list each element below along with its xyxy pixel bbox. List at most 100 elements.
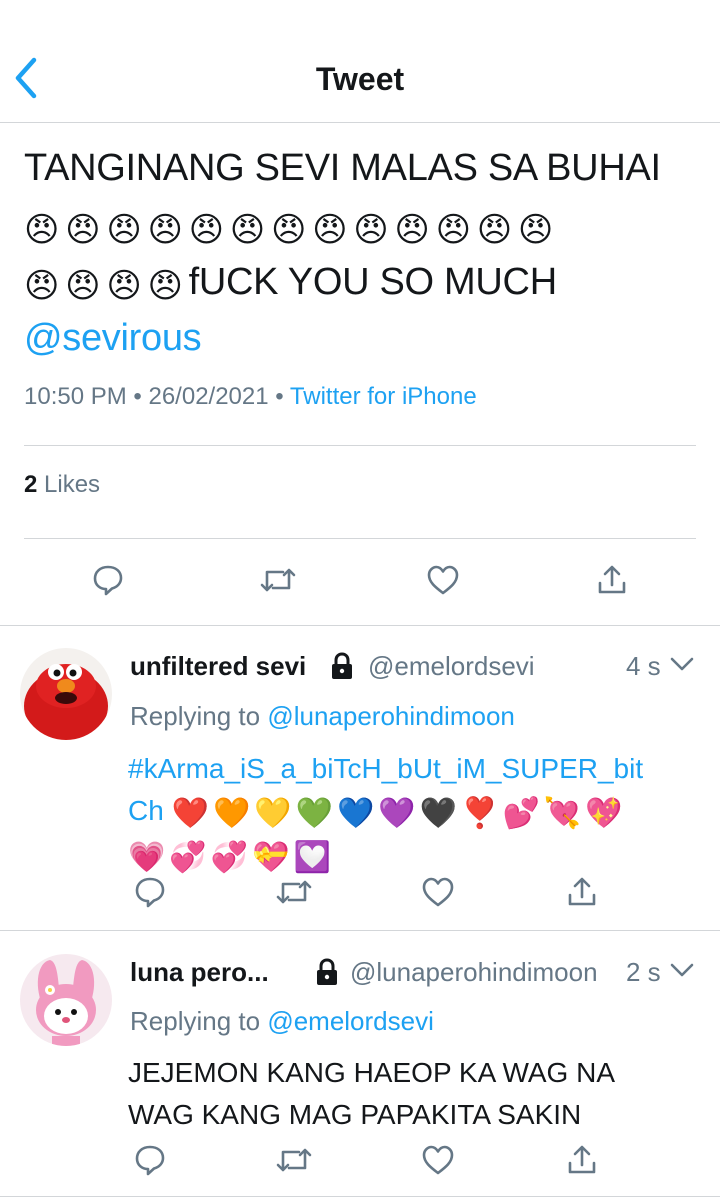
replying-to-label: Replying to: [130, 1006, 261, 1036]
emoji-and-text-row: 😠 😠 😠 😠 fUCK YOU SO MUCH: [24, 254, 704, 310]
share-icon: [598, 565, 626, 594]
emoji: 😠: [65, 210, 101, 250]
divider: [0, 930, 720, 931]
emoji: 💞: [210, 840, 249, 875]
divider: [24, 445, 696, 446]
heart-emoji-row1: ❤️ 🧡 💛 💚 💙 💜 🖤 ❣️ 💕 💘 💖: [172, 795, 627, 831]
replying-to-label: Replying to: [130, 701, 261, 731]
more-options-button[interactable]: [669, 960, 695, 985]
emoji: 💞: [169, 840, 207, 875]
lock-icon: [314, 958, 340, 991]
tweet-mention[interactable]: @sevirous: [24, 310, 704, 366]
meta-separator: •: [133, 383, 142, 410]
reply-time: 4 s: [626, 651, 661, 681]
retweet-button[interactable]: [272, 1138, 316, 1182]
reply-text-line2: WAG KANG MAG PAPAKITA SAKIN: [128, 1099, 582, 1130]
emoji: 💚: [295, 796, 334, 831]
emoji: 😠: [312, 210, 348, 250]
emoji: 😠: [24, 266, 60, 306]
lock-icon: [329, 652, 355, 685]
like-button[interactable]: [421, 558, 465, 602]
replying-to-mention[interactable]: @lunaperohindimoon: [267, 701, 515, 731]
replying-to-mention[interactable]: @emelordsevi: [267, 1006, 434, 1036]
reply-button[interactable]: [86, 558, 130, 602]
reply-author-name[interactable]: unfiltered sevi: [130, 648, 306, 684]
top-navigation-bar: Tweet: [0, 0, 720, 122]
emoji: 😠: [476, 210, 512, 250]
emoji: 💜: [378, 796, 416, 831]
tweet-date: 26/02/2021: [148, 383, 269, 410]
divider: [0, 1196, 720, 1197]
reply-bubble-icon: [135, 877, 165, 908]
emoji: 🧡: [212, 796, 251, 831]
avatar[interactable]: [20, 954, 112, 1046]
emoji: 😠: [188, 210, 224, 250]
reply-author-handle[interactable]: @lunaperohindimoon: [350, 954, 598, 990]
chevron-down-icon: [670, 963, 694, 977]
reply-author-name[interactable]: luna pero...: [130, 954, 269, 990]
tweet-source-link[interactable]: Twitter for iPhone: [290, 383, 477, 410]
retweet-icon: [276, 1148, 312, 1172]
tweet-text-line1: TANGINANG SEVI MALAS SA BUHAI: [24, 147, 661, 189]
emoji: 😠: [106, 210, 142, 250]
emoji: 😠: [435, 210, 471, 250]
header-divider: [0, 122, 720, 123]
emoji: ❣️: [461, 796, 499, 831]
heart-icon: [422, 877, 454, 907]
angry-emoji-row2: 😠 😠 😠 😠: [24, 261, 189, 306]
hashtag-line1[interactable]: #kArma_iS_a_biTcH_bUt_iM_SUPER_bit: [128, 748, 708, 790]
likes-number: 2: [24, 471, 38, 498]
like-button[interactable]: [416, 870, 460, 914]
share-icon: [568, 877, 596, 906]
divider: [24, 538, 696, 539]
emoji: 😠: [229, 210, 265, 250]
emoji: 😠: [353, 210, 389, 250]
emoji: 💙: [337, 796, 375, 831]
emoji: ❤️: [171, 796, 209, 831]
reply-author-handle[interactable]: @emelordsevi: [368, 648, 535, 684]
reply-button[interactable]: [128, 1138, 172, 1182]
emoji: 💕: [502, 796, 540, 831]
avatar[interactable]: [20, 648, 112, 740]
reply-text-line1: JEJEMON KANG HAEOP KA WAG NA: [128, 1057, 615, 1088]
tweet-time: 10:50 PM: [24, 383, 127, 410]
replying-to: Replying to @lunaperohindimoon: [130, 698, 515, 734]
replying-to: Replying to @emelordsevi: [130, 1003, 434, 1039]
page-title: Tweet: [315, 61, 405, 97]
emoji: 🖤: [419, 796, 458, 831]
reply-button[interactable]: [128, 870, 172, 914]
emoji: 😠: [65, 266, 101, 306]
more-options-button[interactable]: [669, 654, 695, 679]
angry-emoji-row1: 😠 😠 😠 😠 😠 😠 😠 😠 😠 😠 😠 😠 😠: [24, 196, 704, 254]
hashtag-line2[interactable]: Ch: [128, 795, 164, 826]
emoji: 💖: [585, 796, 623, 831]
chevron-down-icon: [670, 657, 694, 671]
reply-text: JEJEMON KANG HAEOP KA WAG NA WAG KANG MA…: [128, 1052, 708, 1136]
retweet-button[interactable]: [256, 558, 300, 602]
hashtag-emoji-row: Ch ❤️ 🧡 💛 💚 💙 💜 🖤 ❣️ 💕 💘 💖: [128, 790, 708, 834]
heart-icon: [427, 565, 459, 595]
share-button[interactable]: [560, 870, 604, 914]
my-melody-avatar-image: [20, 954, 112, 1046]
heart-icon: [422, 1145, 454, 1175]
tweet-meta: 10:50 PM • 26/02/2021 • Twitter for iPho…: [24, 380, 477, 414]
reply-text: #kArma_iS_a_biTcH_bUt_iM_SUPER_bit Ch ❤️…: [128, 748, 708, 878]
emoji: 😠: [147, 266, 183, 306]
emoji: 😠: [147, 210, 183, 250]
reply-bubble-icon: [135, 1145, 165, 1176]
share-button[interactable]: [590, 558, 634, 602]
share-button[interactable]: [560, 1138, 604, 1182]
retweet-icon: [260, 568, 296, 592]
like-button[interactable]: [416, 1138, 460, 1182]
retweet-button[interactable]: [272, 870, 316, 914]
elmo-avatar-image: [20, 648, 112, 740]
tweet-text-tail: fUCK YOU SO MUCH: [188, 261, 558, 303]
emoji: 😠: [394, 210, 430, 250]
emoji: 😠: [270, 210, 307, 250]
tweet-text: TANGINANG SEVI MALAS SA BUHAI 😠 😠 😠 😠 😠 😠 😠 😠 😠 😠…: [24, 140, 704, 366]
emoji: 😠: [24, 210, 60, 250]
emoji: 💘: [543, 796, 582, 831]
reply-bubble-icon: [93, 565, 123, 596]
emoji: 😠: [517, 210, 554, 250]
likes-count-link[interactable]: 2 Likes: [24, 468, 100, 502]
